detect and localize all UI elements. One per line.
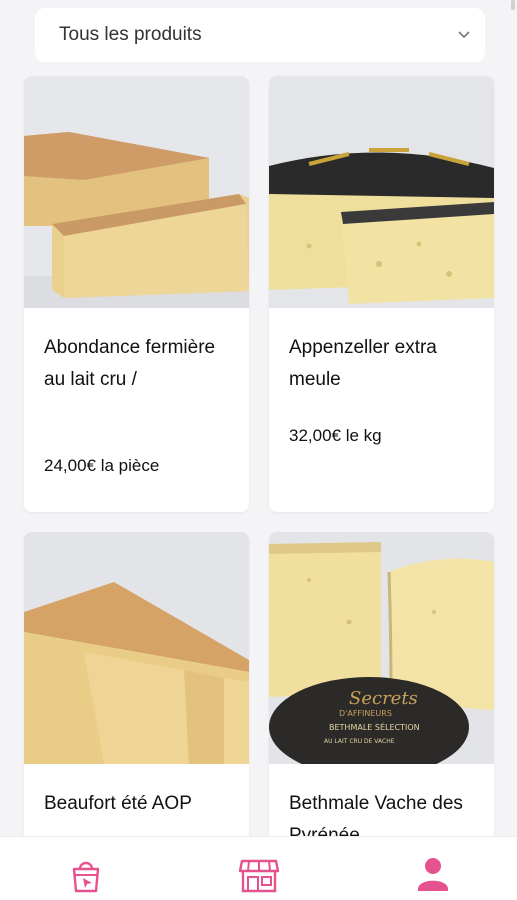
product-card[interactable]: Abondance fermière au lait cru / 24,00€ … bbox=[24, 76, 249, 512]
product-image bbox=[24, 76, 249, 308]
product-card[interactable]: Secrets D'AFFINEURS BETHMALE SÉLECTION A… bbox=[269, 532, 494, 852]
shop-bag-icon bbox=[66, 855, 106, 895]
brand-label: Secrets bbox=[349, 688, 418, 709]
screen: Tous les produits Abondance fermière au … bbox=[0, 0, 517, 900]
brand-sub-label: D'AFFINEURS bbox=[339, 709, 392, 718]
nav-shop-button[interactable] bbox=[66, 855, 106, 895]
user-icon bbox=[414, 855, 454, 895]
chevron-down-icon bbox=[457, 30, 471, 40]
category-select-value: Tous les produits bbox=[59, 24, 202, 45]
product-image bbox=[269, 76, 494, 308]
scrollbar[interactable] bbox=[511, 0, 515, 10]
product-price: 32,00€ le kg bbox=[289, 426, 382, 445]
nav-store-button[interactable] bbox=[238, 855, 280, 895]
product-card[interactable]: Beaufort été AOP bbox=[24, 532, 249, 852]
bottom-navigation bbox=[0, 836, 517, 900]
category-select[interactable]: Tous les produits bbox=[35, 8, 485, 62]
store-front-icon bbox=[238, 855, 280, 895]
product-image bbox=[24, 532, 249, 764]
product-name: Appenzeller extra meule bbox=[289, 337, 437, 390]
product-card[interactable]: Appenzeller extra meule 32,00€ le kg bbox=[269, 76, 494, 512]
product-image: Secrets D'AFFINEURS BETHMALE SÉLECTION A… bbox=[269, 532, 494, 764]
nav-account-button[interactable] bbox=[414, 855, 454, 895]
bethmale-selection-label: BETHMALE SÉLECTION bbox=[329, 721, 420, 732]
product-name: Beaufort été AOP bbox=[44, 793, 192, 814]
lait-cru-label: AU LAIT CRU DE VACHE bbox=[324, 738, 395, 745]
product-price: 24,00€ la pièce bbox=[44, 456, 160, 475]
product-name: Abondance fermière au lait cru / bbox=[44, 337, 216, 390]
